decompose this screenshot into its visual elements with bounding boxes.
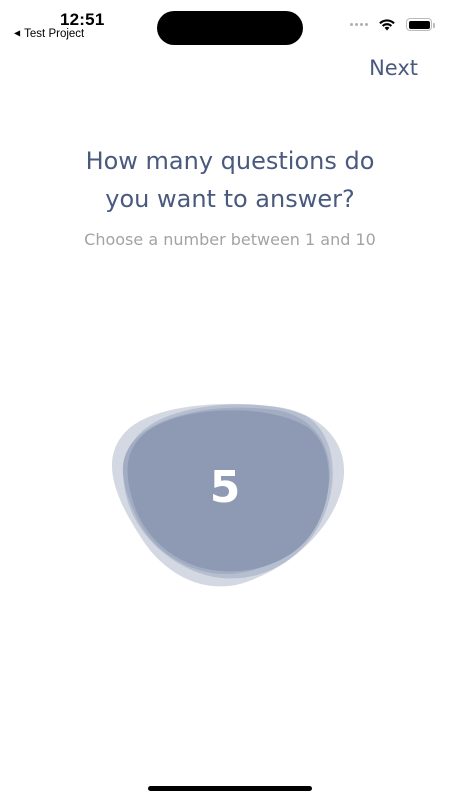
status-bar: 12:51 ◀ Test Project <box>0 0 460 50</box>
back-triangle-icon: ◀ <box>14 28 21 38</box>
status-time: 12:51 <box>60 10 105 29</box>
selected-number: 5 <box>209 461 241 513</box>
dynamic-island <box>157 11 303 45</box>
number-selector-blob[interactable]: 5 <box>100 398 350 590</box>
question-title: How many questions do you want to answer… <box>0 142 460 218</box>
battery-icon <box>406 18 435 31</box>
question-subtitle: Choose a number between 1 and 10 <box>84 230 376 249</box>
status-indicators <box>350 18 435 31</box>
wifi-icon <box>378 18 396 31</box>
back-to-app-link[interactable]: ◀ Test Project <box>14 28 84 40</box>
next-button[interactable]: Next <box>369 56 418 80</box>
title-line-1: How many questions do <box>85 147 375 175</box>
title-line-2: you want to answer? <box>105 185 355 213</box>
home-indicator <box>148 786 312 791</box>
back-app-label: Test Project <box>24 28 85 40</box>
cellular-signal-icon <box>350 23 368 26</box>
